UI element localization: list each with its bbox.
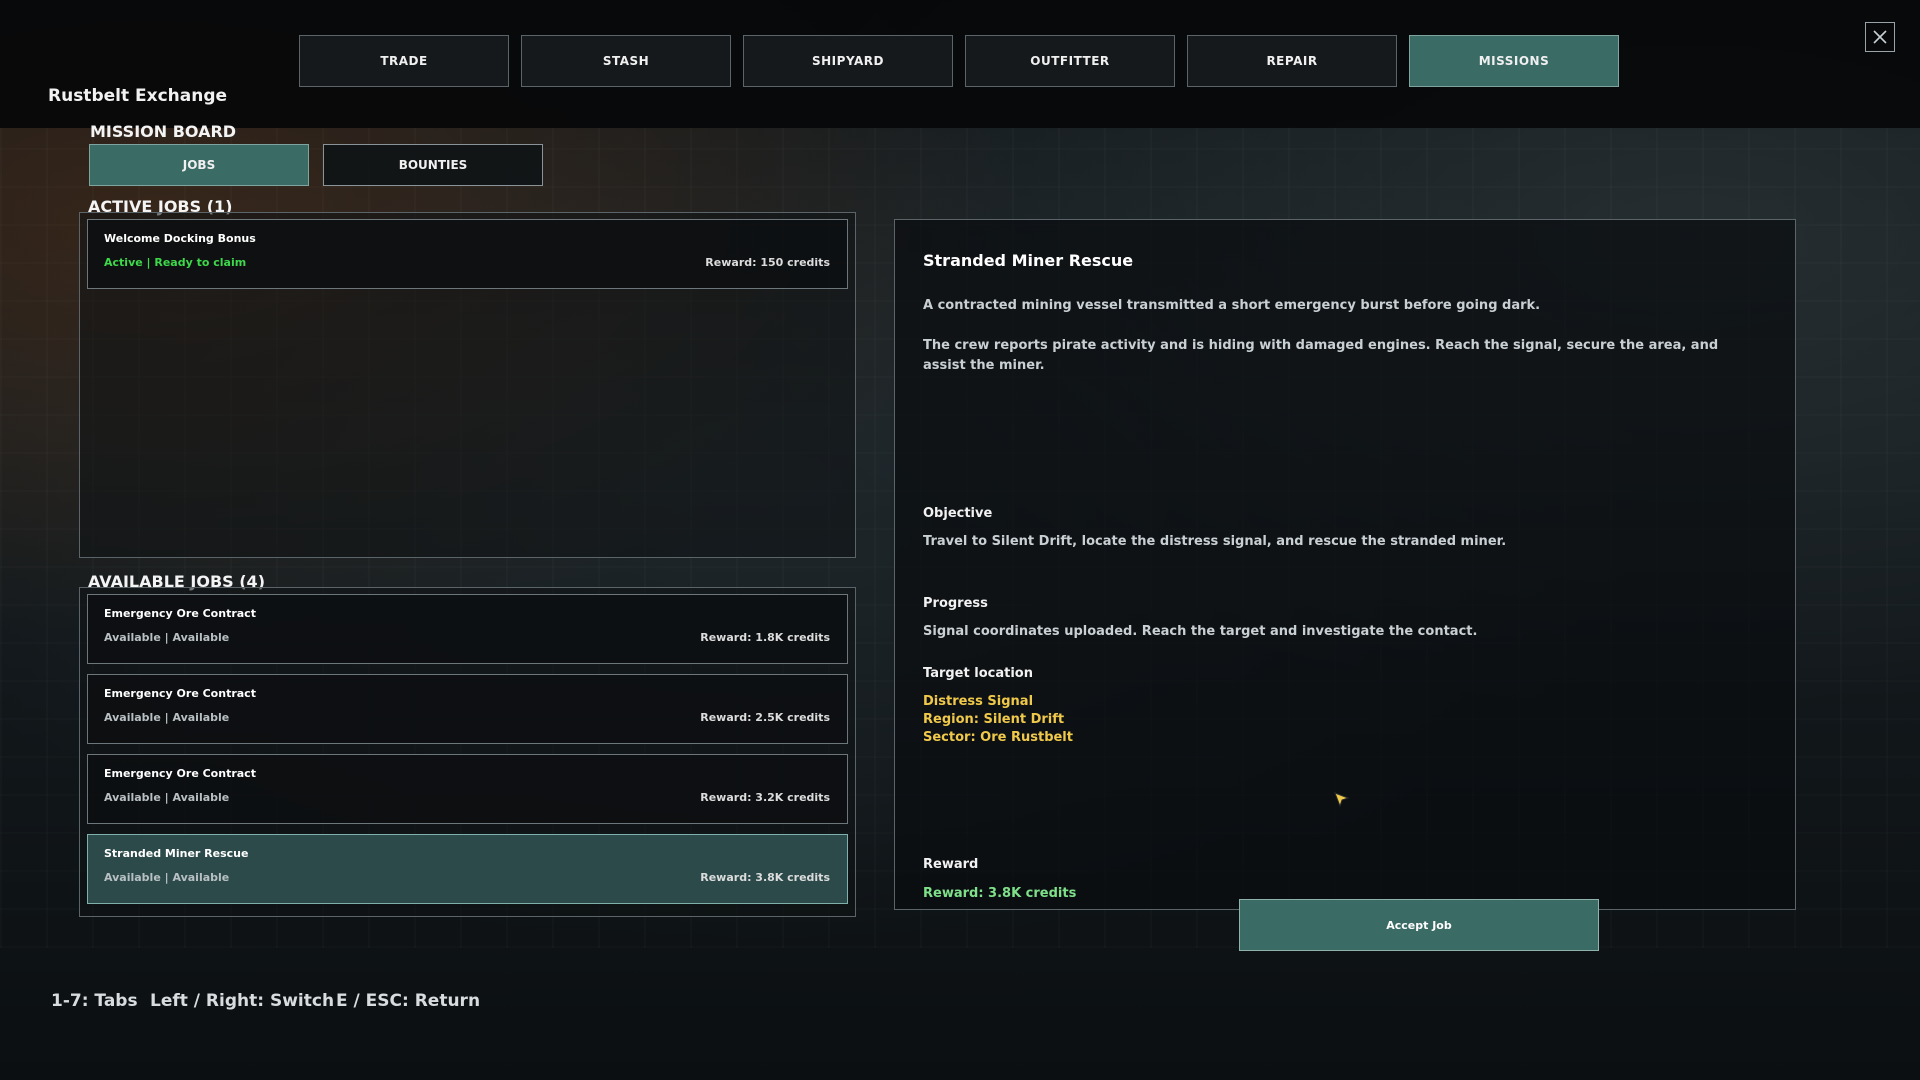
reward-label: Reward (923, 857, 979, 872)
job-title: Stranded Miner Rescue (104, 847, 249, 860)
job-status: Active | Ready to claim (104, 256, 247, 269)
detail-description-1: A contracted mining vessel transmitted a… (923, 298, 1541, 313)
tab-repair[interactable]: REPAIR (1187, 35, 1397, 87)
detail-title: Stranded Miner Rescue (923, 251, 1134, 270)
tab-outfitter[interactable]: OUTFITTER (965, 35, 1175, 87)
tab-shipyard[interactable]: SHIPYARD (743, 35, 953, 87)
available-job-card[interactable]: Emergency Ore Contract Available | Avail… (87, 594, 848, 664)
job-title: Emergency Ore Contract (104, 687, 256, 700)
game-screen: TRADE STASH SHIPYARD OUTFITTER REPAIR MI… (0, 0, 1920, 1080)
close-button[interactable] (1865, 22, 1895, 52)
job-title: Welcome Docking Bonus (104, 232, 256, 245)
target-line: Region: Silent Drift (923, 712, 1065, 727)
job-status: Available | Available (104, 711, 230, 724)
hint-tabs: 1-7: Tabs (51, 991, 138, 1011)
subtab-jobs[interactable]: JOBS (89, 144, 309, 186)
top-bar: TRADE STASH SHIPYARD OUTFITTER REPAIR MI… (0, 0, 1920, 128)
subtab-bounties[interactable]: BOUNTIES (323, 144, 543, 186)
mission-board-heading: MISSION BOARD (90, 122, 237, 141)
available-job-card[interactable]: Emergency Ore Contract Available | Avail… (87, 674, 848, 744)
tab-trade[interactable]: TRADE (299, 35, 509, 87)
objective-text: Travel to Silent Drift, locate the distr… (923, 534, 1507, 549)
hint-return: E / ESC: Return (336, 991, 481, 1011)
active-job-card[interactable]: Welcome Docking Bonus Active | Ready to … (87, 219, 848, 289)
job-reward: Reward: 150 credits (705, 256, 830, 269)
job-title: Emergency Ore Contract (104, 767, 256, 780)
job-status: Available | Available (104, 631, 230, 644)
reward-text: Reward: 3.8K credits (923, 886, 1077, 901)
tab-stash[interactable]: STASH (521, 35, 731, 87)
target-line: Sector: Ore Rustbelt (923, 730, 1073, 745)
job-reward: Reward: 1.8K credits (700, 631, 830, 644)
job-reward: Reward: 2.5K credits (700, 711, 830, 724)
objective-label: Objective (923, 506, 993, 521)
close-icon (1873, 30, 1887, 44)
detail-description-2: The crew reports pirate activity and is … (923, 338, 1719, 373)
progress-label: Progress (923, 596, 988, 611)
cursor-icon (1334, 792, 1350, 808)
job-status: Available | Available (104, 791, 230, 804)
accept-job-button[interactable]: Accept Job (1239, 899, 1599, 951)
target-line: Distress Signal (923, 694, 1034, 709)
available-job-card-selected[interactable]: Stranded Miner Rescue Available | Availa… (87, 834, 848, 904)
target-location-label: Target location (923, 666, 1033, 681)
tab-missions[interactable]: MISSIONS (1409, 35, 1619, 87)
station-name: Rustbelt Exchange (48, 86, 228, 106)
available-job-card[interactable]: Emergency Ore Contract Available | Avail… (87, 754, 848, 824)
progress-text: Signal coordinates uploaded. Reach the t… (923, 624, 1478, 639)
job-reward: Reward: 3.2K credits (700, 791, 830, 804)
hint-switch: Left / Right: Switch (150, 991, 335, 1011)
job-status: Available | Available (104, 871, 230, 884)
job-reward: Reward: 3.8K credits (700, 871, 830, 884)
job-title: Emergency Ore Contract (104, 607, 256, 620)
